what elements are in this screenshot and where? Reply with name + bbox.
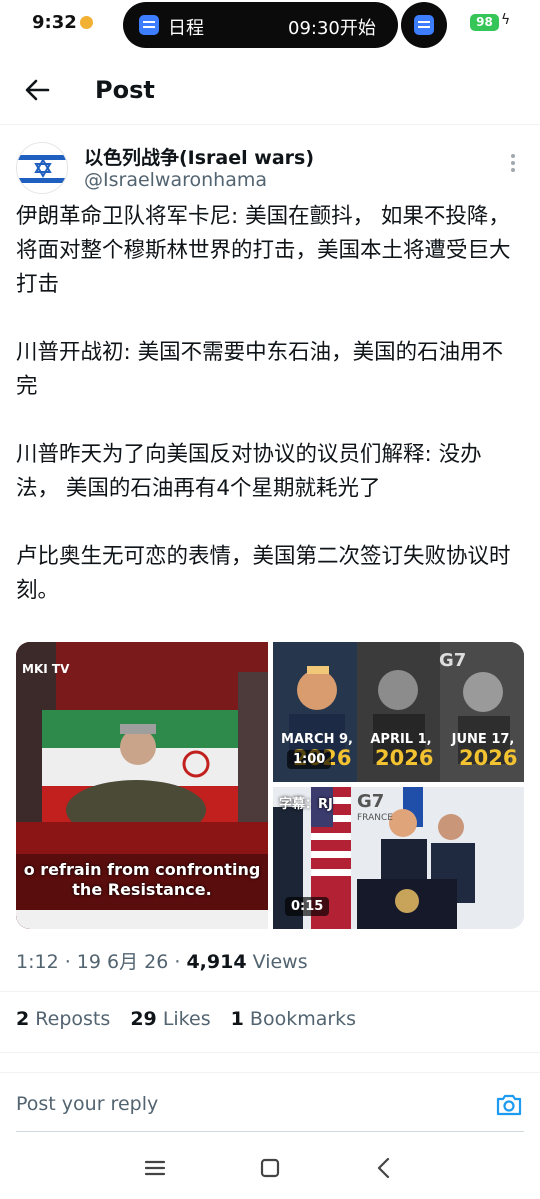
camera-icon — [496, 1094, 522, 1116]
media-video-top-right[interactable]: MARCH 9, 2026 APRIL 1, 2026 JUNE 17, 202… — [273, 642, 524, 782]
post-time: 1:12 — [16, 951, 59, 973]
likes-stat[interactable]: 29 Likes — [130, 1008, 210, 1030]
bookmarks-count: 1 — [230, 1008, 244, 1030]
battery-indicator: 98 — [470, 14, 499, 31]
bookmarks-label: Bookmarks — [249, 1008, 357, 1030]
more-dot-icon — [511, 154, 515, 158]
camera-button[interactable] — [495, 1093, 523, 1117]
subtitle-tag: 字幕：RJ — [279, 797, 333, 812]
reposts-count: 2 — [16, 1008, 30, 1030]
timeline-date: MARCH 9, — [281, 732, 353, 747]
engagement-stats: 2 Reposts 29 Likes 1 Bookmarks — [16, 1008, 370, 1030]
status-bar: 9:32 日程 09:30开始 98 ϟ — [0, 0, 540, 50]
reposts-label: Reposts — [35, 1008, 111, 1030]
video-duration: 1:00 — [287, 750, 332, 769]
back-button[interactable] — [20, 72, 56, 108]
reposts-stat[interactable]: 2 Reposts — [16, 1008, 110, 1030]
post-paragraph: 卢比奥生无可恋的表情，美国第二次签订失败协议时刻。 — [16, 544, 511, 603]
menu-icon — [144, 1160, 166, 1176]
schedule-live-activity-mini[interactable] — [401, 2, 447, 48]
back-arrow-icon — [25, 79, 50, 101]
top-header: Post — [0, 62, 540, 120]
likes-label: Likes — [162, 1008, 211, 1030]
schedule-label: 日程 — [168, 18, 204, 39]
timeline-year: 2026 — [459, 746, 518, 770]
more-dot-icon — [511, 168, 515, 172]
g7-logo-sub: FRANCE — [357, 813, 393, 823]
post-paragraph: 川普昨天为了向美国反对协议的议员们解释: 没办法， 美国的石油再有4个星期就耗光… — [16, 442, 482, 501]
author-avatar[interactable] — [16, 142, 68, 194]
bookmarks-stat[interactable]: 1 Bookmarks — [231, 1008, 356, 1030]
notification-dot-icon — [80, 16, 93, 29]
post-date: 19 6月 26 — [76, 951, 169, 973]
channel-logo: MKI TV — [22, 662, 70, 676]
header-divider — [0, 124, 540, 125]
more-options-button[interactable] — [505, 152, 521, 174]
schedule-time: 09:30开始 — [288, 18, 376, 39]
media-grid: o refrain from confronting the Resistanc… — [16, 642, 524, 929]
home-button[interactable] — [256, 1154, 284, 1182]
author-handle[interactable]: @Israelwaronhama — [84, 169, 267, 191]
video-caption-line: o refrain from confronting — [23, 860, 261, 879]
home-square-icon — [260, 1158, 280, 1178]
calendar-icon — [414, 15, 434, 35]
video-caption-line: the Resistance. — [72, 880, 212, 899]
reply-input[interactable]: Post your reply — [16, 1093, 158, 1115]
reply-underline — [16, 1131, 524, 1132]
meta-divider — [0, 991, 540, 992]
recent-apps-button[interactable] — [141, 1154, 169, 1182]
post-paragraph: 伊朗革命卫队将军卡尼: 美国在颤抖， 如果不投降，将面对整个穆斯林世界的打击，美… — [16, 204, 511, 297]
system-back-button[interactable] — [370, 1154, 398, 1182]
author-name[interactable]: 以色列战争(Israel wars) — [84, 143, 314, 170]
page-title: Post — [95, 76, 155, 104]
charging-icon: ϟ — [501, 12, 511, 28]
media-video-bottom-right[interactable]: 字幕：RJ G7 FRANCE 0:15 — [273, 787, 524, 929]
israel-flag-icon — [17, 143, 67, 193]
views-label: Views — [252, 951, 308, 973]
reply-composer: Post your reply — [0, 1072, 540, 1142]
chevron-left-icon — [377, 1157, 390, 1179]
status-time: 9:32 — [32, 12, 77, 33]
g7-logo: G7 — [357, 791, 385, 812]
likes-count: 29 — [130, 1008, 157, 1030]
schedule-live-activity[interactable]: 日程 09:30开始 — [123, 2, 398, 48]
system-nav-bar — [0, 1142, 540, 1199]
timeline-date: APRIL 1, — [370, 732, 432, 747]
timeline-date: JUNE 17, — [451, 732, 515, 747]
post-paragraph: 川普开战初: 美国不需要中东石油，美国的石油用不完 — [16, 340, 504, 399]
calendar-icon — [139, 15, 159, 35]
video-duration: 0:15 — [285, 897, 330, 916]
post-meta: 1:12 · 19 6月 26 · 4,914 Views — [16, 951, 308, 973]
g7-logo: G7 — [439, 650, 467, 671]
stats-divider — [0, 1052, 540, 1053]
post-text: 伊朗革命卫队将军卡尼: 美国在颤抖， 如果不投降，将面对整个穆斯林世界的打击，美… — [16, 200, 524, 642]
timeline-year: 2026 — [375, 746, 434, 770]
media-video-left[interactable]: o refrain from confronting the Resistanc… — [16, 642, 268, 929]
more-dot-icon — [511, 161, 515, 165]
view-count: 4,914 — [186, 951, 247, 973]
